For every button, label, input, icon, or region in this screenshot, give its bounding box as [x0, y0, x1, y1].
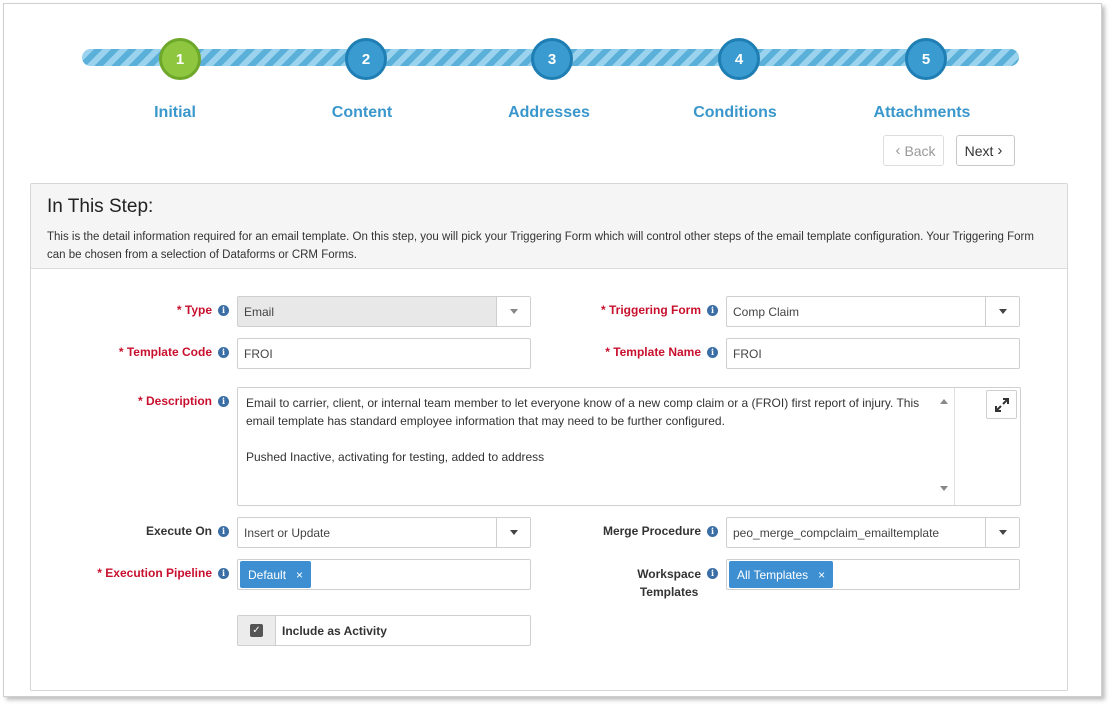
merge-procedure-label: Merge Procedure i: [564, 522, 718, 540]
next-button[interactable]: Next ›: [956, 135, 1015, 166]
info-icon[interactable]: i: [707, 568, 718, 579]
panel-header: In This Step: This is the detail informa…: [31, 184, 1067, 269]
step-number: 1: [175, 50, 185, 68]
template-code-label: * Template Code i: [84, 343, 229, 361]
description-textarea[interactable]: Email to carrier, client, or internal te…: [237, 387, 1021, 506]
merge-procedure-select[interactable]: peo_merge_compclaim_emailtemplate: [726, 517, 1020, 548]
type-label: * Type i: [84, 301, 229, 319]
template-name-label: * Template Name i: [564, 343, 718, 361]
execute-on-label: Execute On i: [84, 522, 229, 540]
caret-down-icon[interactable]: [496, 518, 530, 547]
include-activity-checkbox[interactable]: ✓: [238, 616, 276, 645]
close-icon[interactable]: ×: [296, 568, 303, 582]
step-number: 4: [734, 50, 744, 68]
close-icon[interactable]: ×: [818, 568, 825, 582]
execution-pipeline-multiselect[interactable]: Default ×: [237, 559, 531, 590]
info-icon[interactable]: i: [707, 346, 718, 358]
checkmark-icon: ✓: [250, 624, 263, 637]
step-1-label[interactable]: Initial: [105, 104, 245, 122]
chevron-left-icon: ‹: [895, 142, 901, 159]
step-5-circle[interactable]: 5: [905, 38, 947, 80]
step-5-label[interactable]: Attachments: [852, 104, 992, 122]
step-3-label[interactable]: Addresses: [479, 104, 619, 122]
wizard-frame: 1 2 3 4 5 Initial Content Addresses Cond…: [3, 3, 1102, 697]
caret-down-icon[interactable]: [985, 297, 1019, 326]
include-activity-label: Include as Activity: [282, 623, 387, 638]
chevron-right-icon: ›: [997, 142, 1003, 159]
next-button-label: Next: [964, 142, 994, 159]
type-select[interactable]: Email: [237, 296, 531, 327]
step-1-circle[interactable]: 1: [159, 38, 201, 80]
back-button[interactable]: ‹ Back: [883, 135, 944, 166]
execution-pipeline-label: * Execution Pipeline i: [64, 564, 229, 582]
expand-icon: [994, 397, 1009, 412]
info-icon[interactable]: i: [218, 525, 229, 537]
step-4-label[interactable]: Conditions: [665, 104, 805, 122]
template-name-input[interactable]: FROI: [726, 338, 1020, 369]
expand-button[interactable]: [986, 390, 1017, 419]
info-icon[interactable]: i: [218, 346, 229, 358]
step-3-circle[interactable]: 3: [531, 38, 573, 80]
template-code-input[interactable]: FROI: [237, 338, 531, 369]
info-icon[interactable]: i: [707, 304, 718, 316]
info-icon[interactable]: i: [218, 304, 229, 316]
scroll-up-arrow[interactable]: [940, 399, 948, 404]
step-number: 2: [361, 50, 371, 68]
info-icon[interactable]: i: [707, 525, 718, 537]
info-icon[interactable]: i: [218, 395, 229, 407]
step-number: 3: [547, 50, 557, 68]
step-4-circle[interactable]: 4: [718, 38, 760, 80]
panel-title: In This Step:: [47, 196, 154, 217]
include-activity-row[interactable]: ✓ Include as Activity: [237, 615, 531, 646]
workspace-tag: All Templates ×: [729, 561, 834, 588]
back-button-label: Back: [904, 142, 936, 159]
pipeline-tag: Default ×: [240, 561, 312, 588]
triggering-form-label: * Triggering Form i: [564, 301, 718, 319]
scroll-down-arrow[interactable]: [940, 486, 948, 491]
workspace-templates-label: Workspace Templates i: [564, 565, 718, 601]
description-text: Email to carrier, client, or internal te…: [246, 396, 920, 464]
info-icon[interactable]: i: [218, 567, 229, 579]
description-label: * Description i: [84, 392, 229, 410]
panel-description: This is the detail information required …: [47, 231, 1034, 261]
caret-down-icon[interactable]: [496, 297, 530, 326]
caret-down-icon[interactable]: [985, 518, 1019, 547]
step-2-circle[interactable]: 2: [345, 38, 387, 80]
triggering-form-select[interactable]: Comp Claim: [726, 296, 1020, 327]
step-2-label[interactable]: Content: [292, 104, 432, 122]
step-number: 5: [921, 50, 931, 68]
execute-on-select[interactable]: Insert or Update: [237, 517, 531, 548]
workspace-templates-multiselect[interactable]: All Templates ×: [726, 559, 1020, 590]
